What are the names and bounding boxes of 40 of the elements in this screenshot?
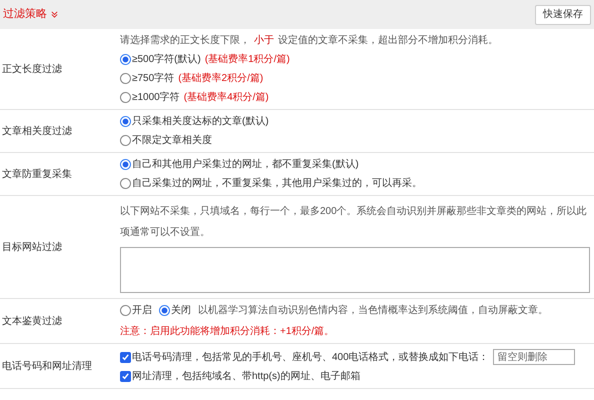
rate-note: (基础费率2积分/篇)	[178, 72, 264, 85]
row-label: 目标网站过滤	[2, 240, 62, 254]
save-button[interactable]: 快速保存	[535, 4, 591, 24]
section-title[interactable]: 过滤策略	[3, 8, 47, 21]
radio-button[interactable]	[120, 159, 131, 170]
option-label: 网址清理，包括纯域名、带http(s)的网址、电子邮箱	[132, 370, 360, 383]
radio-button[interactable]	[120, 305, 131, 316]
radio-button[interactable]	[120, 135, 131, 146]
option-label: 自己和其他用户采集过的网址，都不重复采集(默认)	[132, 158, 359, 171]
hint-text: 请选择需求的正文长度下限，小于设定值的文章不采集，超出部分不增加积分消耗。	[120, 34, 499, 47]
radio-button[interactable]	[120, 54, 131, 65]
row-label: 文章相关度过滤	[2, 124, 72, 138]
rate-note: (基础费率4积分/篇)	[184, 91, 269, 104]
hint-text: 以下网站不采集，只填域名，每行一个，最多200个。系统会自动识别并屏蔽那些非文章类的网站，所以此项通常可以不设置。	[120, 204, 588, 240]
domain-textarea[interactable]	[120, 247, 590, 293]
option-label: 自己采集过的网址，不重复采集，其他用户采集过的，可以再采。	[132, 177, 422, 190]
radio-button[interactable]	[120, 92, 131, 103]
option-label: 不限定文章相关度	[132, 134, 212, 147]
radio-button[interactable]	[159, 305, 170, 316]
row-label: 电话号码和网址清理	[2, 360, 92, 372]
option-label: ≥1000字符	[132, 91, 180, 104]
row-label: 文章防重复采集	[2, 168, 72, 180]
option-label: 关闭	[171, 304, 191, 317]
row-label: 文本鉴黄过滤	[2, 314, 62, 328]
description-text: 以机器学习算法自动识别色情内容，当色情概率达到系统阈值，自动屏蔽文章。	[198, 304, 548, 317]
option-label: ≥500字符(默认)	[132, 53, 201, 66]
option-label: 开启	[132, 304, 152, 317]
option-label: ≥750字符	[132, 72, 174, 85]
radio-button[interactable]	[120, 178, 131, 189]
checkbox[interactable]	[120, 371, 131, 382]
chevron-icon[interactable]	[51, 11, 58, 18]
row-label: 正文长度过滤	[2, 62, 62, 76]
phone-input[interactable]: 留空则删除	[492, 349, 575, 365]
option-label: 电话号码清理，包括常见的手机号、座机号、400电话格式，或替换成如下电话：	[132, 350, 489, 364]
option-label: 只采集相关度达标的文章(默认)	[132, 115, 269, 128]
radio-button[interactable]	[120, 116, 131, 127]
warning-text: 注意：启用此功能将增加积分消耗：+1积分/篇。	[120, 325, 336, 338]
radio-button[interactable]	[120, 73, 131, 84]
checkbox[interactable]	[120, 352, 131, 362]
rate-note: (基础费率1积分/篇)	[204, 53, 290, 66]
